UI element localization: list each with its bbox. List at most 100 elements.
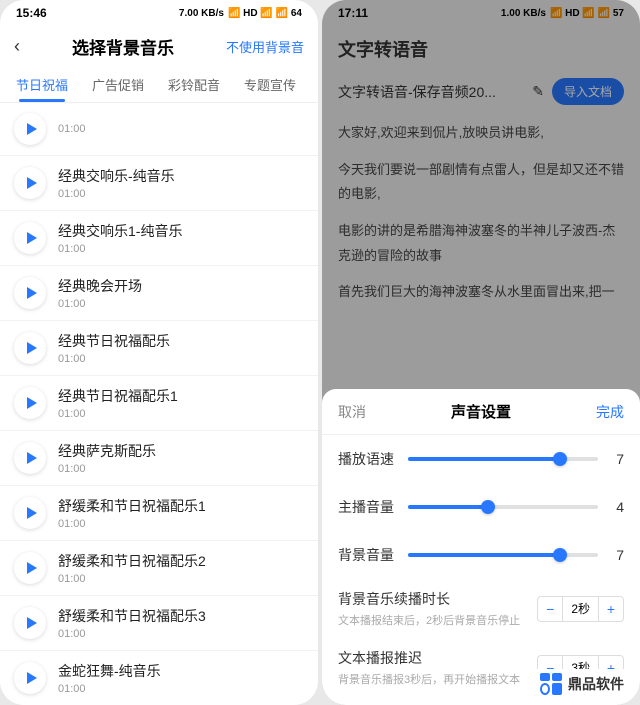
- slider[interactable]: [408, 553, 598, 557]
- status-bar: 17:11 1.00 KB/s 📶 HD 📶 📶 57: [322, 0, 640, 26]
- stepper-minus[interactable]: −: [538, 597, 562, 621]
- music-duration: 01:00: [58, 408, 304, 420]
- play-button[interactable]: [14, 442, 46, 474]
- cancel-button[interactable]: 取消: [338, 402, 366, 422]
- play-icon: [27, 342, 37, 354]
- play-icon: [27, 452, 37, 464]
- status-time: 15:46: [16, 6, 47, 20]
- music-duration: 01:00: [58, 353, 304, 365]
- play-icon: [27, 397, 37, 409]
- sheet-title: 声音设置: [451, 401, 511, 422]
- stepper-value: 2秒: [562, 597, 599, 621]
- music-title: 舒缓柔和节日祝福配乐2: [58, 551, 304, 571]
- music-duration: 01:00: [58, 463, 304, 475]
- text-paragraph: 首先我们巨大的海神波塞冬从水里面冒出来,把一: [338, 280, 624, 305]
- music-item[interactable]: 01:00: [0, 103, 318, 156]
- play-button[interactable]: [14, 387, 46, 419]
- play-button[interactable]: [14, 497, 46, 529]
- play-icon: [27, 672, 37, 684]
- music-duration: 01:00: [58, 243, 304, 255]
- sound-settings-sheet: 取消 声音设置 完成 播放语速 7主播音量 4背景音量 7 背景音乐续播时长 文…: [322, 389, 640, 705]
- edit-icon[interactable]: ✎: [532, 83, 544, 100]
- music-duration: 01:00: [58, 298, 304, 310]
- play-button[interactable]: [14, 552, 46, 584]
- slider-thumb[interactable]: [553, 452, 567, 466]
- slider-value: 7: [608, 451, 624, 467]
- slider-thumb[interactable]: [553, 548, 567, 562]
- tab-2[interactable]: 彩铃配音: [156, 67, 232, 102]
- music-item[interactable]: 经典萨克斯配乐 01:00: [0, 431, 318, 486]
- tab-4[interactable]: 抒情: [308, 67, 318, 102]
- slider-thumb[interactable]: [481, 500, 495, 514]
- brand-logo: 鼎品软件: [532, 669, 632, 699]
- sheet-header: 取消 声音设置 完成: [322, 389, 640, 435]
- music-title: 舒缓柔和节日祝福配乐3: [58, 606, 304, 626]
- music-item[interactable]: 舒缓柔和节日祝福配乐3 01:00: [0, 596, 318, 651]
- done-button[interactable]: 完成: [596, 402, 624, 422]
- play-icon: [27, 507, 37, 519]
- music-item[interactable]: 金蛇狂舞-纯音乐 01:00: [0, 651, 318, 705]
- tabs: 节日祝福广告促销彩铃配音专题宣传抒情: [0, 67, 318, 103]
- music-title: 经典节日祝福配乐1: [58, 386, 304, 406]
- music-list[interactable]: 01:00 经典交响乐-纯音乐 01:00 经典交响乐1-纯音乐 01:00 经…: [0, 103, 318, 705]
- slider-value: 7: [608, 547, 624, 563]
- slider[interactable]: [408, 457, 598, 461]
- music-item[interactable]: 经典晚会开场 01:00: [0, 266, 318, 321]
- slider-label: 播放语速: [338, 449, 398, 469]
- music-item[interactable]: 经典节日祝福配乐 01:00: [0, 321, 318, 376]
- music-duration: 01:00: [58, 188, 304, 200]
- music-item[interactable]: 经典节日祝福配乐1 01:00: [0, 376, 318, 431]
- play-button[interactable]: [14, 277, 46, 309]
- play-icon: [27, 177, 37, 189]
- page-title: 选择背景音乐: [20, 34, 226, 59]
- no-bgm-button[interactable]: 不使用背景音: [226, 37, 304, 56]
- import-button[interactable]: 导入文档: [552, 78, 624, 105]
- music-item[interactable]: 经典交响乐-纯音乐 01:00: [0, 156, 318, 211]
- slider[interactable]: [408, 505, 598, 509]
- stepper-plus[interactable]: +: [599, 597, 623, 621]
- play-button[interactable]: [14, 167, 46, 199]
- music-title: 经典交响乐-纯音乐: [58, 166, 304, 186]
- tab-0[interactable]: 节日祝福: [4, 67, 80, 102]
- play-button[interactable]: [14, 222, 46, 254]
- play-icon: [27, 232, 37, 244]
- text-paragraph: 今天我们要说一部剧情有点雷人，但是却又还不错的电影,: [338, 158, 624, 207]
- music-item[interactable]: 舒缓柔和节日祝福配乐2 01:00: [0, 541, 318, 596]
- setting-label: 文本播报推迟: [338, 648, 537, 668]
- document-row: 文字转语音-保存音频20... ✎ 导入文档: [322, 70, 640, 113]
- status-icons: 7.00 KB/s 📶 HD 📶 📶 64: [179, 8, 302, 19]
- music-title: 经典晚会开场: [58, 276, 304, 296]
- logo-text: 鼎品软件: [568, 674, 624, 694]
- play-button[interactable]: [14, 113, 46, 145]
- slider-label: 背景音量: [338, 545, 398, 565]
- right-header: 文字转语音: [322, 26, 640, 70]
- tab-1[interactable]: 广告促销: [80, 67, 156, 102]
- music-duration: 01:00: [58, 518, 304, 530]
- play-icon: [27, 617, 37, 629]
- slider-row: 主播音量 4: [322, 483, 640, 531]
- setting-description: 背景音乐播报3秒后，再开始播报文本: [338, 671, 537, 687]
- slider-label: 主播音量: [338, 497, 398, 517]
- music-item[interactable]: 舒缓柔和节日祝福配乐1 01:00: [0, 486, 318, 541]
- play-icon: [27, 123, 37, 135]
- setting-description: 文本播报结束后，2秒后背景音乐停止: [338, 612, 537, 628]
- music-title: 舒缓柔和节日祝福配乐1: [58, 496, 304, 516]
- play-button[interactable]: [14, 607, 46, 639]
- right-content: 17:11 1.00 KB/s 📶 HD 📶 📶 57 文字转语音 文字转语音-…: [322, 0, 640, 325]
- status-icons: 1.00 KB/s 📶 HD 📶 📶 57: [501, 8, 624, 19]
- tab-3[interactable]: 专题宣传: [232, 67, 308, 102]
- phone-right: 17:11 1.00 KB/s 📶 HD 📶 📶 57 文字转语音 文字转语音-…: [322, 0, 640, 705]
- text-paragraph: 大家好,欢迎来到侃片,放映员讲电影,: [338, 121, 624, 146]
- play-icon: [27, 287, 37, 299]
- music-title: 经典交响乐1-纯音乐: [58, 221, 304, 241]
- status-bar: 15:46 7.00 KB/s 📶 HD 📶 📶 64: [0, 0, 318, 26]
- slider-row: 背景音量 7: [322, 531, 640, 579]
- text-content[interactable]: 大家好,欢迎来到侃片,放映员讲电影, 今天我们要说一部剧情有点雷人，但是却又还不错…: [322, 113, 640, 325]
- play-button[interactable]: [14, 332, 46, 364]
- music-title: 经典节日祝福配乐: [58, 331, 304, 351]
- slider-row: 播放语速 7: [322, 435, 640, 483]
- music-title: 经典萨克斯配乐: [58, 441, 304, 461]
- setting-row: 背景音乐续播时长 文本播报结束后，2秒后背景音乐停止 − 2秒 +: [322, 579, 640, 638]
- music-item[interactable]: 经典交响乐1-纯音乐 01:00: [0, 211, 318, 266]
- play-button[interactable]: [14, 662, 46, 694]
